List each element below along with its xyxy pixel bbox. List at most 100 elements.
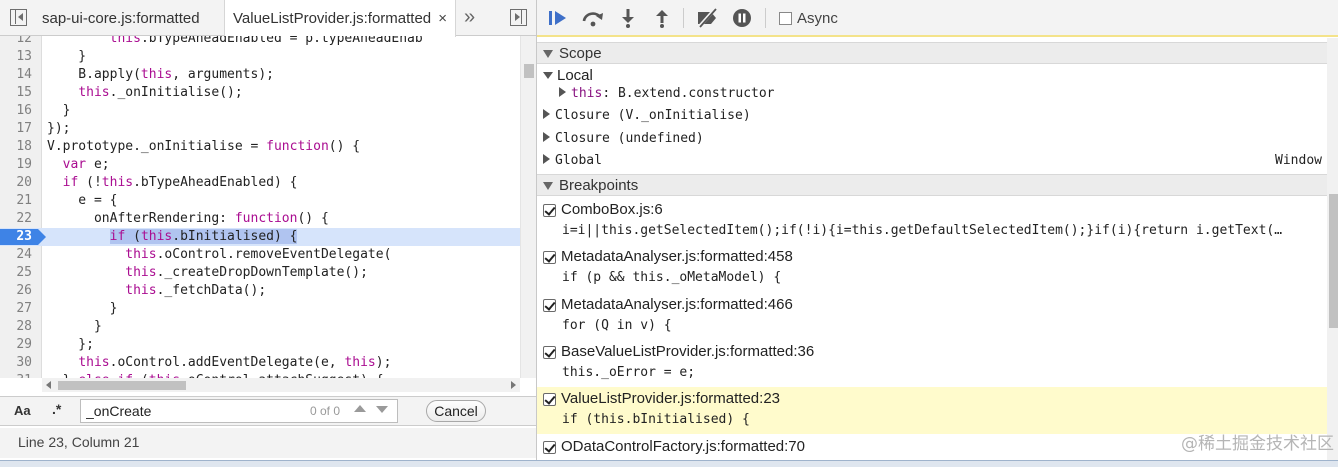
scope-global[interactable]: Global (543, 151, 602, 171)
search-previous-icon[interactable] (354, 405, 366, 412)
line-number[interactable]: 27 (0, 300, 38, 318)
code-line[interactable]: 29 }; (0, 336, 520, 354)
code-line[interactable]: 19 var e; (0, 156, 520, 174)
search-input[interactable] (80, 399, 398, 423)
breakpoint-checkbox[interactable] (543, 440, 556, 454)
code-text: e = { (47, 193, 118, 208)
scope-closure-2[interactable]: Closure (undefined) (543, 129, 704, 149)
resume-icon[interactable] (547, 8, 569, 28)
collapsed-arrow-icon (543, 132, 550, 142)
code-line[interactable]: 27 } (0, 300, 520, 318)
scope-this-property[interactable]: this: B.extend.constructor (559, 84, 775, 104)
scrollbar-thumb[interactable] (58, 381, 186, 390)
scroll-right-icon[interactable] (511, 381, 516, 389)
line-number[interactable]: 12 (0, 36, 38, 48)
scope-label: Local (557, 67, 593, 84)
toolbar-separator (765, 8, 766, 28)
breakpoint-item[interactable]: ValueListProvider.js:formatted:23 if (thi… (537, 387, 1327, 435)
breakpoint-checkbox[interactable] (543, 298, 556, 312)
pause-on-exceptions-icon[interactable] (731, 8, 753, 28)
code-line[interactable]: 25 this._createDropDownTemplate(); (0, 264, 520, 282)
step-out-icon[interactable] (651, 8, 673, 28)
code-line[interactable]: 15 this._onInitialise(); (0, 84, 520, 102)
sidebar-vertical-scrollbar[interactable] (1327, 38, 1338, 460)
code-text: this.oControl.addEventDelegate(e, this); (78, 355, 392, 370)
match-case-button[interactable]: Aa (14, 403, 31, 418)
line-number[interactable]: 30 (0, 354, 38, 372)
async-checkbox[interactable] (779, 12, 792, 25)
code-line[interactable]: 17}); (0, 120, 520, 138)
code-line[interactable]: 21 e = { (0, 192, 520, 210)
code-text: var e; (62, 157, 110, 172)
close-icon[interactable]: × (438, 0, 447, 38)
step-into-icon[interactable] (617, 8, 639, 28)
code-line[interactable]: 12 this.bTypeAheadEnabled = p.typeAheadE… (0, 36, 520, 48)
line-number[interactable]: 16 (0, 102, 38, 120)
breakpoint-location: MetadataAnalyser.js:formatted:466 (561, 295, 793, 313)
breakpoint-checkbox[interactable] (543, 204, 556, 217)
navigator-toggle-icon[interactable] (10, 9, 27, 26)
tab-sap-ui-core[interactable]: sap-ui-core.js:formatted (34, 0, 218, 36)
breakpoint-checkbox[interactable] (543, 393, 556, 407)
line-number[interactable]: 15 (0, 84, 38, 102)
line-number[interactable]: 28 (0, 318, 38, 336)
more-tabs-icon[interactable]: » (464, 6, 475, 29)
line-number[interactable]: 26 (0, 282, 38, 300)
code-line[interactable]: 16 } (0, 102, 520, 120)
code-line-breakpoint[interactable]: 23 if (this.bInitialised) { (0, 228, 520, 246)
code-line[interactable]: 22 onAfterRendering: function() { (0, 210, 520, 228)
breakpoints-section-header[interactable]: Breakpoints (537, 174, 1327, 196)
code-line[interactable]: 14 B.apply(this, arguments); (0, 66, 520, 84)
scope-label: Global (555, 153, 602, 168)
step-over-icon[interactable] (581, 8, 603, 28)
debugger-toggle-icon[interactable] (510, 9, 527, 26)
line-number[interactable]: 21 (0, 192, 38, 210)
expand-arrow-icon (543, 182, 553, 190)
code-text: }); (47, 121, 71, 136)
breakpoint-item[interactable]: MetadataAnalyser.js:formatted:466 for (Q … (537, 293, 1327, 340)
code-line[interactable]: 26 this._fetchData(); (0, 282, 520, 300)
scope-closure-1[interactable]: Closure (V._onInitialise) (543, 106, 751, 126)
code-line[interactable]: 20 if (!this.bTypeAheadEnabled) { (0, 174, 520, 192)
code-line[interactable]: 30 this.oControl.addEventDelegate(e, thi… (0, 354, 520, 372)
line-number[interactable]: 17 (0, 120, 38, 138)
scope-section-header[interactable]: Scope (537, 42, 1327, 64)
line-number[interactable]: 23 (0, 228, 38, 246)
breakpoint-item[interactable]: MetadataAnalyser.js:formatted:458 if (p &… (537, 245, 1327, 292)
regex-button[interactable]: .* (52, 401, 61, 417)
line-number[interactable]: 31 (0, 372, 38, 378)
line-number[interactable]: 13 (0, 48, 38, 66)
line-number[interactable]: 20 (0, 174, 38, 192)
line-number[interactable]: 18 (0, 138, 38, 156)
line-number[interactable]: 24 (0, 246, 38, 264)
breakpoint-location: BaseValueListProvider.js:formatted:36 (561, 342, 815, 360)
breakpoint-item[interactable]: ComboBox.js:6 i=i||this.getSelectedItem()… (537, 198, 1327, 245)
line-number[interactable]: 25 (0, 264, 38, 282)
source-editor-pane: sap-ui-core.js:formatted ValueListProvid… (0, 0, 536, 460)
code-line[interactable]: 13 } (0, 48, 520, 66)
line-number[interactable]: 22 (0, 210, 38, 228)
editor-vertical-scrollbar[interactable] (520, 36, 536, 378)
async-label: Async (797, 10, 838, 27)
breakpoint-checkbox[interactable] (543, 251, 556, 265)
breakpoint-checkbox[interactable] (543, 345, 556, 359)
code-editor[interactable]: 12 this.bTypeAheadEnabled = p.typeAheadE… (0, 36, 536, 378)
deactivate-breakpoints-icon[interactable] (695, 7, 717, 29)
line-number[interactable]: 19 (0, 156, 38, 174)
scrollbar-thumb[interactable] (1329, 194, 1338, 328)
status-bar: Line 23, Column 21 (0, 428, 536, 458)
editor-horizontal-scrollbar[interactable] (42, 378, 520, 392)
scope-local[interactable]: Local (543, 66, 593, 86)
breakpoint-item[interactable]: BaseValueListProvider.js:formatted:36 thi… (537, 340, 1327, 387)
line-number[interactable]: 29 (0, 336, 38, 354)
code-line[interactable]: 24 this.oControl.removeEventDelegate( (0, 246, 520, 264)
cancel-button[interactable]: Cancel (426, 400, 486, 422)
code-line[interactable]: 28 } (0, 318, 520, 336)
code-line[interactable]: 18 V.prototype._onInitialise = function()… (0, 138, 520, 156)
scroll-left-icon[interactable] (46, 381, 51, 389)
scrollbar-thumb[interactable] (524, 64, 534, 78)
line-number[interactable]: 14 (0, 66, 38, 84)
breakpoint-location: ValueListProvider.js:formatted:23 (561, 390, 781, 408)
tab-value-list-provider[interactable]: ValueListProvider.js:formatted × (224, 0, 456, 37)
search-next-icon[interactable] (376, 406, 388, 413)
